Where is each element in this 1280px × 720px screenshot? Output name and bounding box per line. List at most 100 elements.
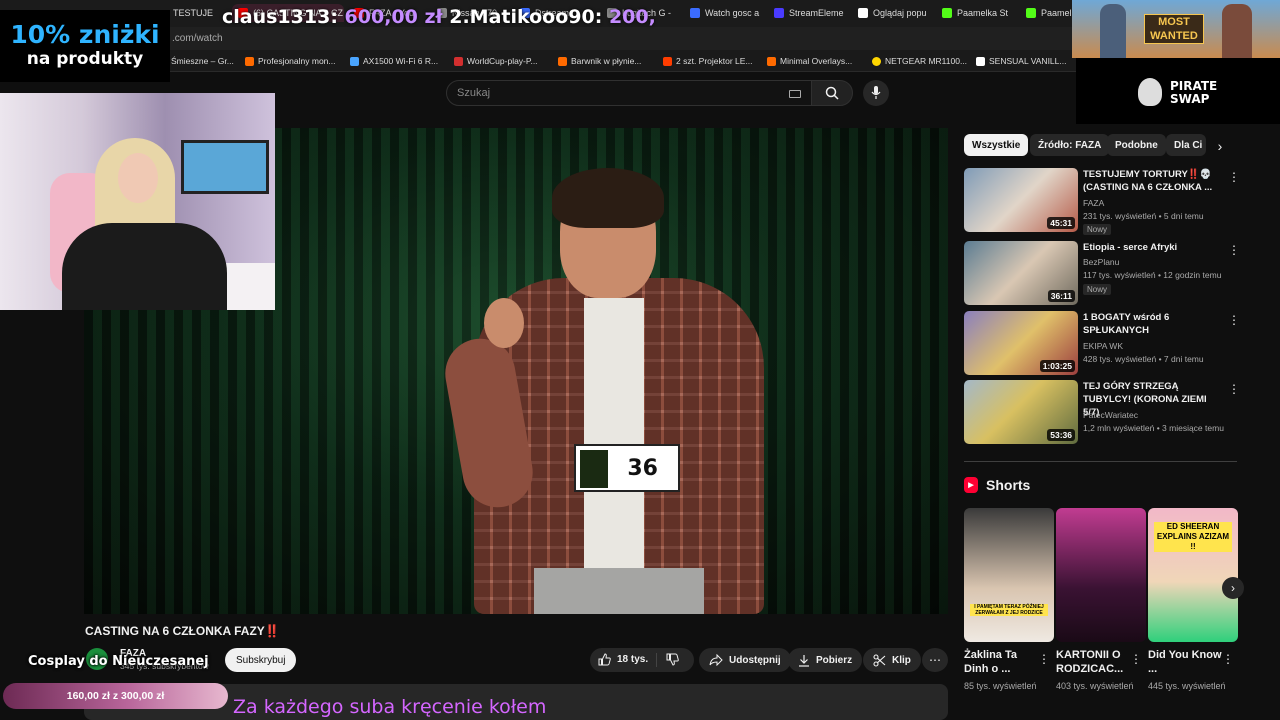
browser-tab[interactable]: TESTUJE xyxy=(173,4,218,22)
bookmark-label: Minimal Overlays... xyxy=(780,56,853,66)
more-vert-icon[interactable]: ⋮ xyxy=(1228,170,1240,184)
related-video[interactable]: 36:11 Etiopia - serce Afryki BezPlanu 11… xyxy=(964,241,1244,305)
bookmark[interactable]: SENSUAL VANILL... xyxy=(976,56,1066,66)
bookmark[interactable]: Barwnik w płynie... xyxy=(558,56,641,66)
tplink-icon xyxy=(350,56,359,66)
chip-related[interactable]: Podobne xyxy=(1107,134,1166,156)
video-title[interactable]: TESTUJEMY TORTURY‼️💀 (CASTING NA 6 CZŁON… xyxy=(1083,168,1218,194)
video-meta: 1,2 mln wyświetleń • 3 miesiące temu xyxy=(1083,423,1224,433)
channel-name[interactable]: FAZA xyxy=(1083,198,1104,208)
video-duration: 36:11 xyxy=(1047,290,1075,302)
divider xyxy=(656,653,657,667)
browser-tab[interactable]: Oglądaj popu xyxy=(858,4,930,22)
short-views: 445 tys. wyświetleń xyxy=(1148,681,1226,691)
url-text: .com/watch xyxy=(172,33,223,44)
bookmark[interactable]: Minimal Overlays... xyxy=(767,56,852,66)
bookmark[interactable]: Profesjonalny mon... xyxy=(245,56,335,66)
related-video[interactable]: 1:03:25 1 BOGATY wśród 6 SPŁUKANYCH EKIP… xyxy=(964,311,1244,375)
related-video[interactable]: 45:31 TESTUJEMY TORTURY‼️💀 (CASTING NA 6… xyxy=(964,168,1244,235)
sponsor-logo-box: PIRATE SWAP xyxy=(1076,58,1280,124)
donor-name: 2.Matikooo90: xyxy=(449,6,603,28)
bookmark-label: Profesjonalny mon... xyxy=(258,56,336,66)
keyboard-icon[interactable] xyxy=(789,90,801,98)
more-vert-icon[interactable]: ⋮ xyxy=(1130,652,1142,666)
sponsor-name-line: SWAP xyxy=(1170,92,1210,106)
more-vert-icon[interactable]: ⋮ xyxy=(1228,313,1240,327)
video-thumbnail[interactable]: 53:36 xyxy=(964,380,1078,444)
tiktok-icon xyxy=(858,8,868,18)
more-vert-icon[interactable]: ⋮ xyxy=(1222,652,1234,666)
browser-tab[interactable]: StreamEleme xyxy=(774,4,846,22)
pirate-skull-icon xyxy=(1138,78,1162,106)
chip-for-you[interactable]: Dla Ci xyxy=(1166,134,1206,156)
bookmark[interactable]: NETGEAR MR1100... xyxy=(872,56,967,66)
video-title[interactable]: Etiopia - serce Afryki xyxy=(1083,241,1218,254)
short-thumbnail[interactable]: I PAMIĘTAM TERAZ PÓŹNIEJ ZERWAŁAM Z JEJ … xyxy=(964,508,1054,642)
worldcup-icon xyxy=(454,56,463,66)
chip-source[interactable]: Źródło: FAZA xyxy=(1030,134,1110,156)
voice-search-button[interactable] xyxy=(863,80,889,106)
search-button[interactable] xyxy=(811,80,853,106)
video-duration: 45:31 xyxy=(1047,217,1075,229)
short-thumbnail[interactable] xyxy=(1056,508,1146,642)
short-title[interactable]: Żaklina Ta Dinh o ... xyxy=(964,648,1044,676)
bookmark-label: NETGEAR MR1100... xyxy=(885,56,968,66)
kick-icon xyxy=(942,8,952,18)
hair xyxy=(552,168,664,228)
bookmark[interactable]: 2 szt. Projektor LE... xyxy=(663,56,753,66)
dislike-button[interactable] xyxy=(666,653,679,666)
more-actions-button[interactable]: ⋯ xyxy=(922,648,948,672)
bookmark[interactable]: WorldCup-play-P... xyxy=(454,56,538,66)
thumbs-up-icon xyxy=(598,653,611,666)
bookmark[interactable]: Śmieszne – Gr... xyxy=(171,56,234,66)
short-title[interactable]: Did You Know ... xyxy=(1148,648,1228,676)
browser-tab[interactable]: Paamelk xyxy=(1026,4,1072,22)
stream-ticker: Za każdego suba kręcenie kołem xyxy=(233,696,547,718)
video-thumbnail[interactable]: 36:11 xyxy=(964,241,1078,305)
browser-tab[interactable]: Watch gosc a xyxy=(690,4,760,22)
promo-subtitle: na produkty xyxy=(26,49,144,69)
tab-label: Paamelk xyxy=(1041,8,1072,18)
short-thumbnail[interactable]: ED SHEERAN EXPLAINS AZIZAM !! xyxy=(1148,508,1238,642)
pointing-hand xyxy=(484,298,524,348)
goal-target: 300,00 zł xyxy=(121,690,165,702)
download-button[interactable]: Pobierz xyxy=(788,648,863,672)
search-input[interactable]: Szukaj xyxy=(446,80,816,106)
share-button[interactable]: Udostępnij xyxy=(699,648,791,672)
ad-sign: MOST WANTED xyxy=(1144,14,1204,44)
video-meta: 231 tys. wyświetleń • 5 dni temu xyxy=(1083,211,1204,221)
shorts-heading: Shorts xyxy=(986,477,1031,493)
like-button[interactable]: 18 tys. xyxy=(598,653,648,666)
share-icon xyxy=(709,654,723,666)
tab-label: TESTUJE xyxy=(173,8,214,18)
bookmark[interactable]: AX1500 Wi-Fi 6 R... xyxy=(350,56,438,66)
grey-pants xyxy=(534,568,704,614)
bookmark-label: Barwnik w płynie... xyxy=(571,56,642,66)
more-vert-icon[interactable]: ⋮ xyxy=(1228,243,1240,257)
video-title[interactable]: 1 BOGATY wśród 6 SPŁUKANYCH xyxy=(1083,311,1218,337)
goal-separator: z xyxy=(112,690,119,702)
short-title[interactable]: KARTONII O RODZICAC... xyxy=(1056,648,1136,676)
chip-all[interactable]: Wszystkie xyxy=(964,134,1029,156)
channel-name[interactable]: EKIPA WK xyxy=(1083,341,1123,351)
chevron-right-icon[interactable]: › xyxy=(1210,136,1230,156)
more-vert-icon[interactable]: ⋮ xyxy=(1038,652,1050,666)
streamer-webcam xyxy=(0,93,275,310)
video-meta: 117 tys. wyświetleń • 12 godzin temu xyxy=(1083,270,1222,280)
goal-current: 160,00 zł xyxy=(66,690,110,702)
browser-tab[interactable]: Paamelka St xyxy=(942,4,1008,22)
video-frame-person: 36 xyxy=(439,168,774,614)
related-video[interactable]: 53:36 TEJ GÓRY STRZEGĄ TUBYLCY! (KORONA … xyxy=(964,380,1244,444)
donation-goal-bar: 160,00 zł z 300,00 zł xyxy=(3,683,228,709)
more-horiz-icon: ⋯ xyxy=(929,653,941,667)
bookmark-label: AX1500 Wi-Fi 6 R... xyxy=(363,56,439,66)
more-vert-icon[interactable]: ⋮ xyxy=(1228,382,1240,396)
stream-goal-title: Cosplay do Nieuczesanej xyxy=(28,654,209,669)
chevron-right-icon[interactable]: › xyxy=(1222,577,1244,599)
video-thumbnail[interactable]: 1:03:25 xyxy=(964,311,1078,375)
clip-button[interactable]: Klip xyxy=(863,648,921,672)
channel-name[interactable]: BezPlanu xyxy=(1083,257,1119,267)
channel-name[interactable]: PatecWariatec xyxy=(1083,410,1138,420)
video-thumbnail[interactable]: 45:31 xyxy=(964,168,1078,232)
subscribe-button[interactable]: Subskrybuj xyxy=(225,648,297,672)
